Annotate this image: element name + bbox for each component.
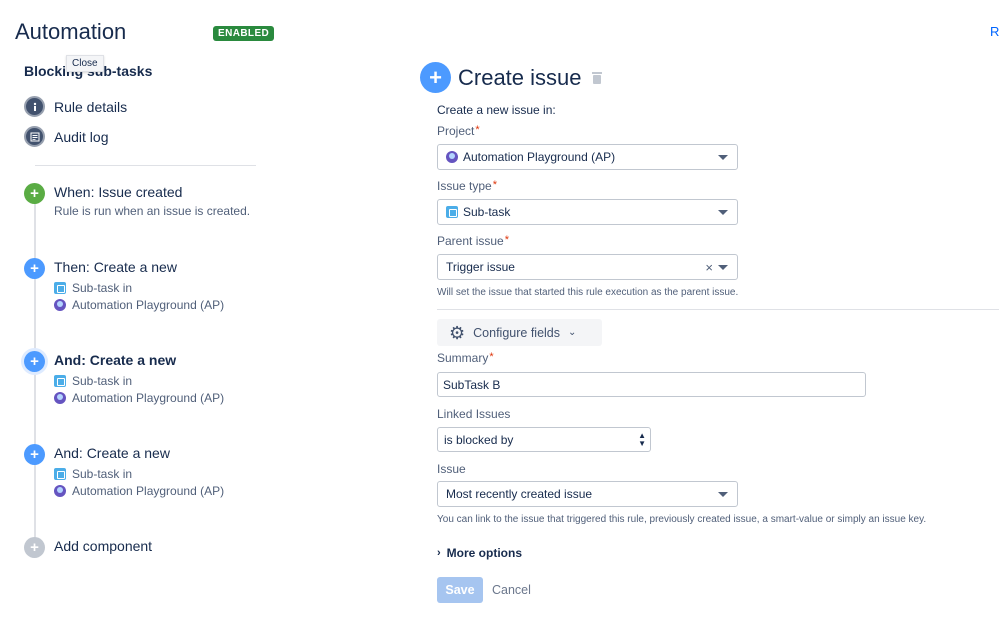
- step-issue-type: Sub-task in: [72, 281, 133, 295]
- component-title: Create issue: [458, 64, 582, 90]
- configure-fields-button[interactable]: ⚙ Configure fields ⌄: [437, 319, 602, 346]
- project-icon: [54, 299, 66, 311]
- sidebar-item-audit-log[interactable]: Audit log: [24, 126, 108, 147]
- cancel-button[interactable]: Cancel: [492, 583, 531, 597]
- chevron-down-icon: [718, 210, 728, 215]
- step-title: And: Create a new: [54, 445, 170, 461]
- project-label: Project*: [437, 124, 480, 138]
- linked-issues-label: Linked Issues: [437, 407, 511, 421]
- project-icon: [54, 485, 66, 497]
- plus-icon: +: [24, 537, 45, 558]
- more-options-toggle[interactable]: › More options: [437, 546, 522, 560]
- issue-type-value: Sub-task: [463, 205, 511, 219]
- section-divider: [437, 309, 999, 310]
- chevron-down-icon: ⌄: [568, 327, 577, 338]
- subtask-icon: [54, 282, 66, 294]
- add-component-label: Add component: [54, 538, 153, 554]
- step-project: Automation Playground (AP): [72, 391, 225, 405]
- top-right-link[interactable]: R: [990, 24, 999, 39]
- required-marker: *: [504, 234, 509, 246]
- subtask-icon: [54, 468, 66, 480]
- save-button[interactable]: Save: [437, 577, 483, 603]
- summary-label: Summary*: [437, 351, 494, 365]
- project-value: Automation Playground (AP): [463, 150, 616, 164]
- step-title: When: Issue created: [54, 184, 183, 200]
- chevron-right-icon: ›: [437, 547, 441, 559]
- plus-icon: +: [24, 351, 45, 372]
- project-icon: [446, 151, 458, 163]
- step-issue-type: Sub-task in: [72, 374, 133, 388]
- status-badge: ENABLED: [213, 26, 275, 41]
- linked-issues-select[interactable]: is blocked by ▲ ▼: [437, 427, 651, 452]
- step-project: Automation Playground (AP): [72, 298, 225, 312]
- issue-label: Issue: [437, 462, 466, 476]
- required-marker: *: [489, 351, 494, 363]
- info-icon: [24, 96, 45, 117]
- plus-icon: +: [24, 183, 45, 204]
- project-icon: [54, 392, 66, 404]
- project-select[interactable]: Automation Playground (AP): [437, 144, 738, 170]
- list-icon: [24, 126, 45, 147]
- issue-select[interactable]: Most recently created issue: [437, 481, 738, 507]
- configure-fields-label: Configure fields: [473, 325, 560, 340]
- page-title: Automation: [15, 19, 127, 44]
- plus-icon: +: [24, 444, 45, 465]
- sidebar-item-label: Audit log: [54, 128, 109, 145]
- plus-icon: +: [420, 62, 451, 93]
- issue-type-select[interactable]: Sub-task: [437, 199, 738, 225]
- parent-issue-select[interactable]: Trigger issue ×: [437, 254, 738, 280]
- close-tooltip: Close: [66, 55, 104, 72]
- gear-icon: ⚙: [449, 322, 466, 343]
- step-description: Rule is run when an issue is created.: [54, 204, 251, 218]
- sidebar-divider: [35, 165, 256, 166]
- trash-icon[interactable]: [591, 71, 602, 84]
- chevron-down-icon: [718, 155, 728, 160]
- summary-input[interactable]: SubTask B: [437, 372, 866, 397]
- linked-issues-value: is blocked by: [444, 432, 514, 447]
- issue-type-label: Issue type*: [437, 179, 497, 193]
- parent-issue-value: Trigger issue: [446, 260, 515, 274]
- select-arrows-icon: ▲ ▼: [638, 431, 646, 448]
- parent-issue-help: Will set the issue that started this rul…: [437, 287, 739, 298]
- plus-icon: +: [24, 258, 45, 279]
- issue-value: Most recently created issue: [446, 487, 593, 501]
- chevron-down-icon: [718, 492, 728, 497]
- step-project: Automation Playground (AP): [72, 484, 225, 498]
- step-title: And: Create a new: [54, 352, 177, 368]
- sidebar-item-rule-details[interactable]: Rule details: [24, 96, 127, 117]
- clear-icon[interactable]: ×: [705, 260, 713, 275]
- more-options-label: More options: [446, 546, 522, 560]
- step-title: Then: Create a new: [54, 259, 177, 275]
- issue-help: You can link to the issue that triggered…: [437, 514, 927, 525]
- chevron-down-icon: [718, 265, 728, 270]
- step-issue-type: Sub-task in: [72, 467, 133, 481]
- required-marker: *: [475, 124, 480, 136]
- subtask-icon: [54, 375, 66, 387]
- required-marker: *: [492, 179, 497, 191]
- intro-text: Create a new issue in:: [437, 103, 556, 117]
- subtask-icon: [446, 206, 458, 218]
- component-header: + Create issue: [420, 62, 602, 93]
- parent-issue-label: Parent issue*: [437, 234, 509, 248]
- sidebar-item-label: Rule details: [54, 98, 128, 115]
